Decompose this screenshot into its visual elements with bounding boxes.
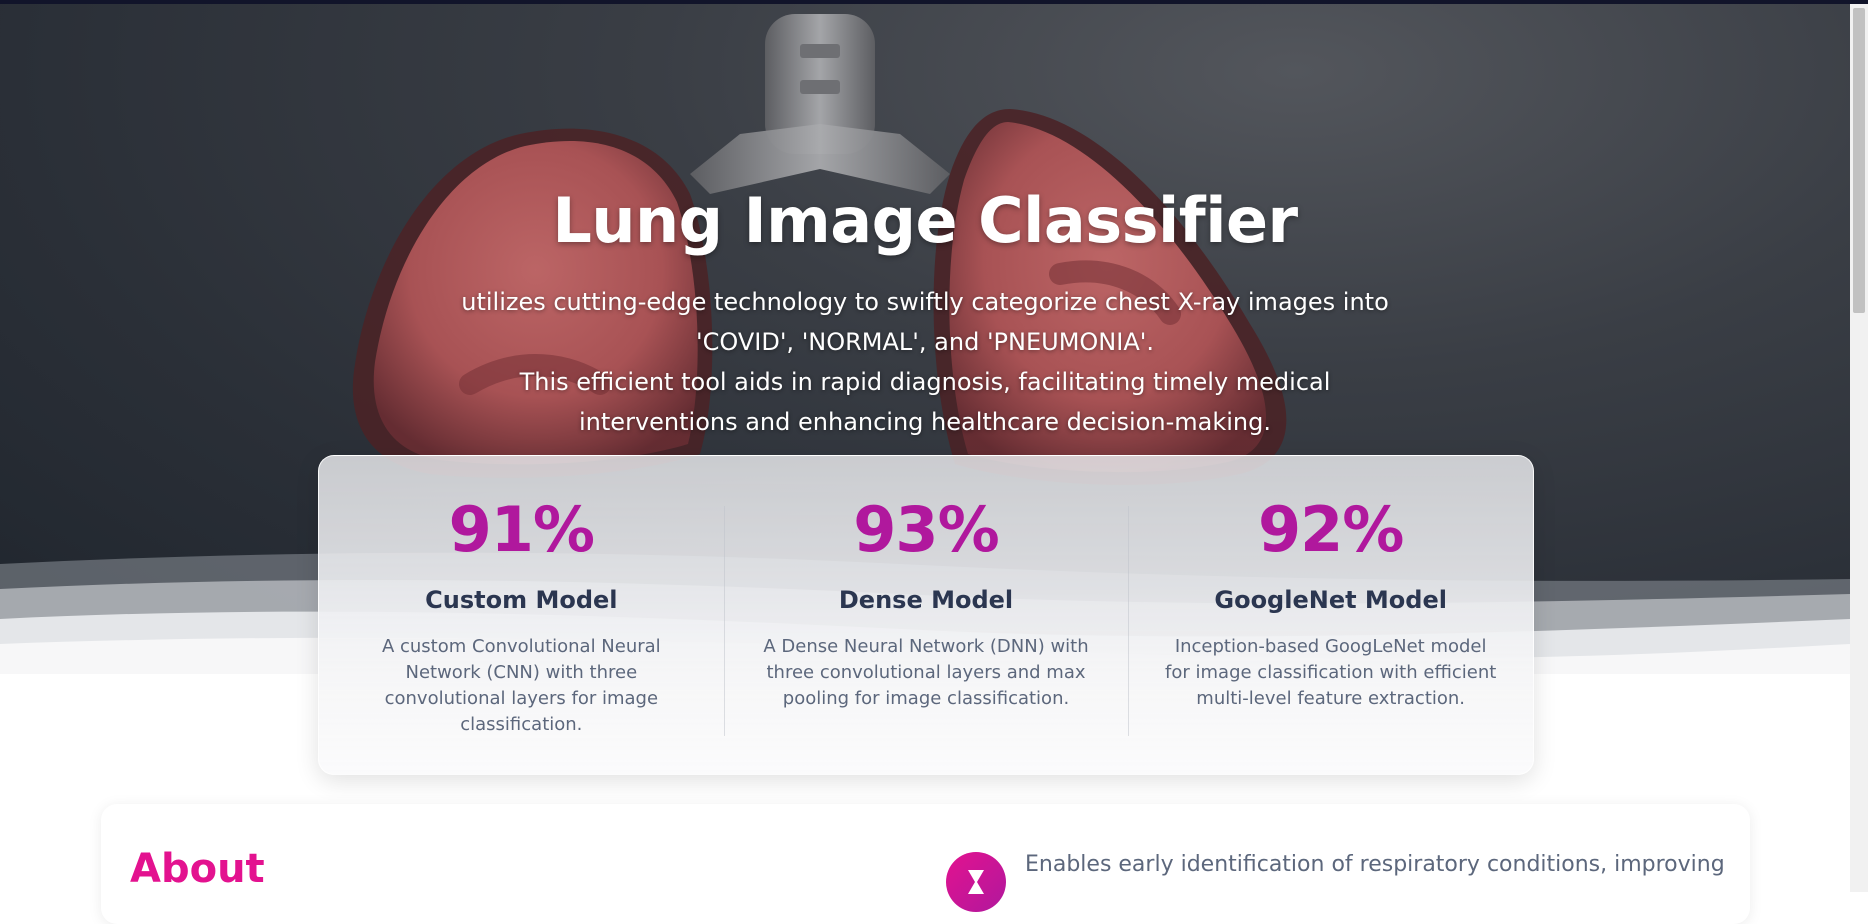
stat-description: A custom Convolutional Neural Network (C… (381, 636, 661, 736)
stat-model-name: Custom Model (425, 586, 618, 615)
stat-model-name: Dense Model (838, 586, 1014, 615)
hero-description-line: 'COVID', 'NORMAL', and 'PNEUMONIA'. (696, 328, 1154, 356)
stat-custom-model: 91% Custom Model A custom Convolutional … (319, 456, 724, 774)
stat-value: 92% (1257, 493, 1404, 566)
stat-description: Inception-based GoogLeNet model for imag… (1165, 636, 1497, 710)
stat-description: A Dense Neural Network (DNN) with three … (763, 636, 1089, 710)
stat-model-name: GoogleNet Model (1214, 586, 1447, 615)
model-stats-card: 91% Custom Model A custom Convolutional … (318, 455, 1534, 775)
page-title: Lung Image Classifier (552, 184, 1298, 257)
hero-description-line: utilizes cutting-edge technology to swif… (461, 288, 1389, 316)
about-title: About (130, 846, 265, 892)
hero-description-line: This efficient tool aids in rapid diagno… (519, 368, 1331, 396)
scrollbar-thumb[interactable] (1853, 8, 1865, 313)
stat-value: 93% (853, 493, 999, 566)
about-feature-text: Enables early identification of respirat… (1025, 852, 1725, 877)
stat-googlenet-model: 92% GoogleNet Model Inception-based Goog… (1128, 456, 1533, 774)
hero-description: utilizes cutting-edge technology to swif… (455, 282, 1395, 442)
stat-dense-model: 93% Dense Model A Dense Neural Network (… (723, 456, 1129, 774)
hero-description-line: interventions and enhancing healthcare d… (579, 408, 1271, 436)
stat-value: 91% (448, 493, 595, 566)
hourglass-icon (946, 852, 1006, 912)
